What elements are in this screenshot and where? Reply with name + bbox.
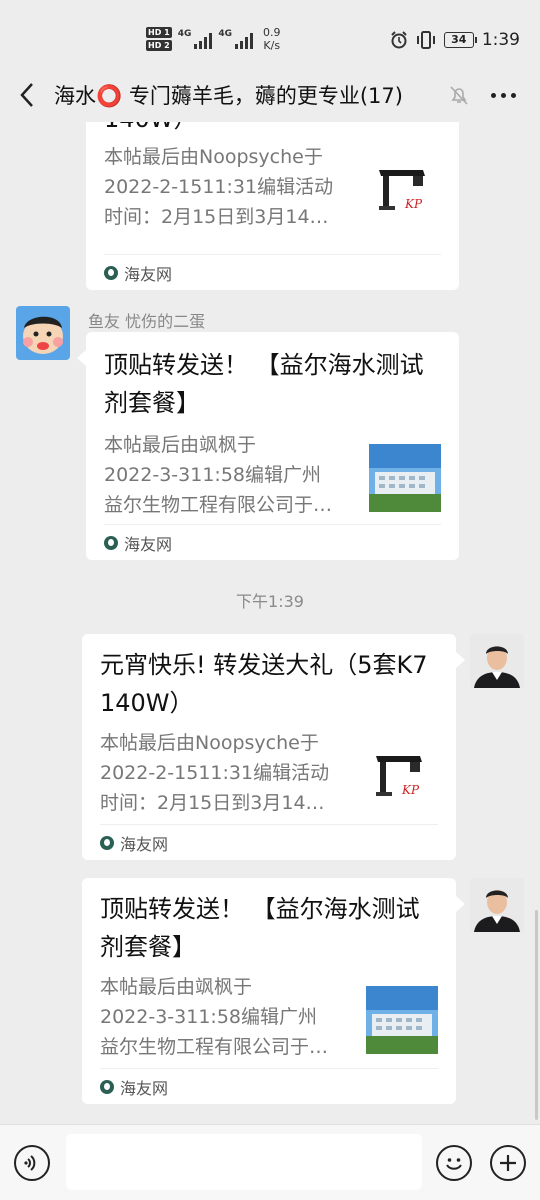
smiley-icon — [446, 1158, 462, 1170]
card-description: 本帖最后由飒枫于 2022-3-311:58编辑广州 益尔生物工程有限公司于… — [100, 976, 329, 1058]
voice-icon — [24, 1155, 36, 1171]
more-actions-button[interactable] — [490, 1145, 526, 1181]
bubble-tail — [456, 652, 465, 668]
signal-icon: 4G — [178, 29, 213, 49]
person-avatar-icon — [470, 634, 524, 688]
status-bar: HD 1 HD 2 4G 4G 0.9 K/s 34 1:39 — [0, 0, 540, 80]
card-source: 海友网 — [100, 824, 438, 860]
building-thumbnail — [369, 444, 441, 512]
scrollbar[interactable] — [535, 910, 538, 1120]
input-bar — [0, 1124, 540, 1200]
card-description: 本帖最后由Noopsyche于 2022-2-1511:31编辑活动 时间：2月… — [100, 732, 330, 814]
cartoon-avatar-icon — [16, 306, 70, 360]
source-logo-icon — [104, 265, 118, 280]
source-logo-icon — [104, 535, 118, 550]
bubble-tail — [456, 896, 465, 912]
link-card-2[interactable]: 顶贴转发送！ 【益尔海水测试 剂套餐】 本帖最后由飒枫于 2022-3-311:… — [86, 332, 459, 560]
avatar-sender[interactable] — [16, 306, 70, 360]
avatar-self[interactable] — [470, 878, 524, 932]
sender-name: 鱼友 忧伤的二蛋 — [88, 312, 206, 331]
network-status: HD 1 HD 2 4G 4G 0.9 K/s — [146, 26, 281, 52]
link-card-1[interactable]: 140W） 本帖最后由Noopsyche于 2022-2-1511:31编辑活动… — [86, 122, 459, 290]
source-logo-icon — [100, 835, 114, 850]
mute-bell-icon — [450, 86, 468, 105]
chat-area[interactable]: 140W） 本帖最后由Noopsyche于 2022-2-1511:31编辑活动… — [0, 122, 540, 1120]
message-input[interactable] — [66, 1134, 422, 1190]
card-description: 本帖最后由飒枫于 2022-3-311:58编辑广州 益尔生物工程有限公司于… — [104, 434, 333, 516]
hd2-badge: HD 2 — [146, 40, 172, 51]
plus-icon — [500, 1155, 516, 1171]
more-options-button[interactable] — [486, 80, 520, 110]
battery-icon: 34 — [443, 32, 477, 48]
alarm-icon — [391, 31, 407, 49]
svg-text:KP: KP — [401, 783, 420, 797]
time-separator: 下午1:39 — [236, 592, 304, 611]
vibrate-icon — [416, 31, 435, 49]
card-title: 顶贴转发送！ 【益尔海水测试 剂套餐】 — [100, 895, 420, 961]
network-speed: 0.9 K/s — [263, 26, 281, 52]
card-title: 顶贴转发送！ 【益尔海水测试 剂套餐】 — [104, 351, 424, 417]
link-card-4[interactable]: 顶贴转发送！ 【益尔海水测试 剂套餐】 本帖最后由飒枫于 2022-3-311:… — [82, 878, 456, 1104]
link-card-3[interactable]: 元宵快乐! 转发送大礼（5套K7 140W） 本帖最后由Noopsyche于 2… — [82, 634, 456, 860]
svg-text:KP: KP — [404, 197, 423, 211]
chat-header: 海水⭕ 专门薅羊毛，薅的更专业(17) — [0, 74, 540, 116]
person-avatar-icon — [470, 878, 524, 932]
card-description: 本帖最后由Noopsyche于 2022-2-1511:31编辑活动 时间：2月… — [104, 146, 334, 228]
building-thumbnail — [366, 986, 438, 1054]
bubble-tail — [77, 350, 86, 366]
emoji-button[interactable] — [436, 1145, 472, 1181]
card-title: 140W） — [104, 122, 441, 138]
avatar-self[interactable] — [470, 634, 524, 688]
card-title: 元宵快乐! 转发送大礼（5套K7 140W） — [100, 651, 428, 717]
signal-icon-2: 4G — [218, 29, 253, 49]
card-source: 海友网 — [100, 1068, 438, 1104]
chevron-left-icon — [20, 83, 33, 107]
card-source: 海友网 — [104, 254, 441, 290]
source-logo-icon — [100, 1079, 114, 1094]
voice-input-button[interactable] — [14, 1145, 50, 1181]
clock: 1:39 — [481, 30, 520, 50]
lamp-thumbnail: KP — [369, 156, 441, 224]
chat-title: 海水⭕ 专门薅羊毛，薅的更专业(17) — [54, 84, 403, 108]
hd1-badge: HD 1 — [146, 27, 172, 38]
lamp-thumbnail: KP — [366, 742, 438, 810]
back-button[interactable] — [0, 74, 54, 116]
card-source: 海友网 — [104, 524, 441, 560]
